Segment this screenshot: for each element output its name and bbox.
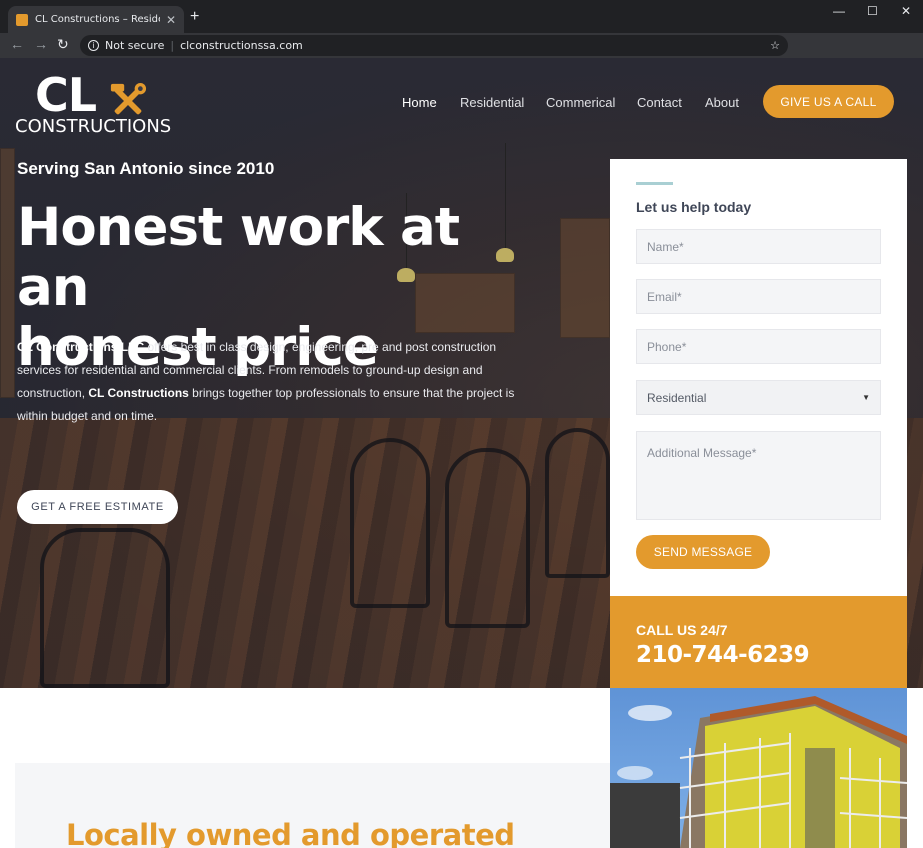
hero-intro: CL Constructions LLC offers best in clas… bbox=[17, 336, 537, 428]
logo-text-cl: CL bbox=[35, 68, 97, 122]
security-label: Not secure bbox=[105, 39, 165, 52]
section-heading: Locally owned and operated bbox=[66, 818, 515, 848]
omnibox-divider: | bbox=[170, 39, 175, 52]
select-caret-icon: ▼ bbox=[862, 393, 870, 402]
intro-bold-1: CL Constructions LLC bbox=[17, 340, 145, 354]
headline-line-1: Honest work at an bbox=[17, 197, 460, 318]
construction-photo bbox=[610, 688, 907, 848]
tab-close-icon[interactable]: ✕ bbox=[166, 13, 176, 27]
info-icon[interactable]: i bbox=[88, 40, 99, 51]
cabinet-decoration bbox=[560, 218, 610, 338]
favicon-icon bbox=[16, 13, 28, 26]
forward-icon[interactable]: → bbox=[34, 36, 48, 52]
reload-icon[interactable]: ↻ bbox=[57, 36, 69, 53]
bookmark-star-icon[interactable]: ☆ bbox=[770, 39, 780, 52]
nav-residential[interactable]: Residential bbox=[460, 95, 524, 110]
stool-decoration bbox=[545, 428, 610, 578]
tools-logo-icon bbox=[110, 82, 147, 115]
phone-number[interactable]: 210-744-6239 bbox=[636, 642, 810, 668]
address-bar[interactable]: i Not secure | clconstructionssa.com ☆ bbox=[80, 35, 788, 56]
name-field[interactable]: Name* bbox=[636, 229, 881, 264]
back-icon[interactable]: ← bbox=[10, 36, 24, 52]
free-estimate-button[interactable]: GET A FREE ESTIMATE bbox=[17, 490, 178, 524]
card-accent-bar bbox=[636, 182, 673, 185]
building-illustration bbox=[610, 696, 907, 848]
minimize-icon[interactable]: — bbox=[833, 4, 845, 18]
contact-form-card: Let us help today Name* Email* Phone* Re… bbox=[610, 159, 907, 596]
url-text[interactable]: clconstructionssa.com bbox=[180, 39, 303, 52]
nav-commercial[interactable]: Commerical bbox=[546, 95, 615, 110]
nav-contact[interactable]: Contact bbox=[637, 95, 682, 110]
stool-decoration bbox=[350, 438, 430, 608]
cabinet-decoration bbox=[0, 148, 15, 398]
browser-tabbar: CL Constructions – Residential a ✕ + — ☐… bbox=[0, 0, 923, 33]
intro-bold-2: CL Constructions bbox=[88, 386, 189, 400]
browser-tab[interactable]: CL Constructions – Residential a ✕ bbox=[8, 6, 184, 33]
nav-about[interactable]: About bbox=[705, 95, 739, 110]
window-close-icon[interactable]: ✕ bbox=[901, 4, 911, 18]
email-field[interactable]: Email* bbox=[636, 279, 881, 314]
new-tab-icon[interactable]: + bbox=[190, 8, 199, 26]
site-logo[interactable]: CL CONSTRUCTIONS bbox=[15, 68, 172, 138]
logo-text-constructions: CONSTRUCTIONS bbox=[15, 116, 172, 137]
hero-tagline: Serving San Antonio since 2010 bbox=[17, 159, 275, 178]
maximize-icon[interactable]: ☐ bbox=[867, 4, 878, 18]
webpage: CL CONSTRUCTIONS Home Residential Commer… bbox=[0, 58, 923, 848]
stool-decoration bbox=[40, 528, 170, 688]
service-selected-value: Residential bbox=[647, 390, 707, 405]
stool-decoration bbox=[445, 448, 530, 628]
phone-field[interactable]: Phone* bbox=[636, 329, 881, 364]
call-us-box: CALL US 24/7 210-744-6239 bbox=[610, 596, 907, 688]
send-message-button[interactable]: SEND MESSAGE bbox=[636, 535, 770, 569]
form-title: Let us help today bbox=[636, 199, 752, 215]
service-select[interactable]: Residential ▼ bbox=[636, 380, 881, 415]
message-textarea[interactable]: Additional Message* bbox=[636, 431, 881, 520]
browser-toolbar: ← → ↻ i Not secure | clconstructionssa.c… bbox=[0, 33, 923, 58]
give-us-a-call-button[interactable]: GIVE US A CALL bbox=[763, 85, 894, 118]
call-us-label: CALL US 24/7 bbox=[636, 622, 728, 638]
tab-title: CL Constructions – Residential a bbox=[35, 14, 160, 25]
nav-home[interactable]: Home bbox=[402, 95, 437, 110]
